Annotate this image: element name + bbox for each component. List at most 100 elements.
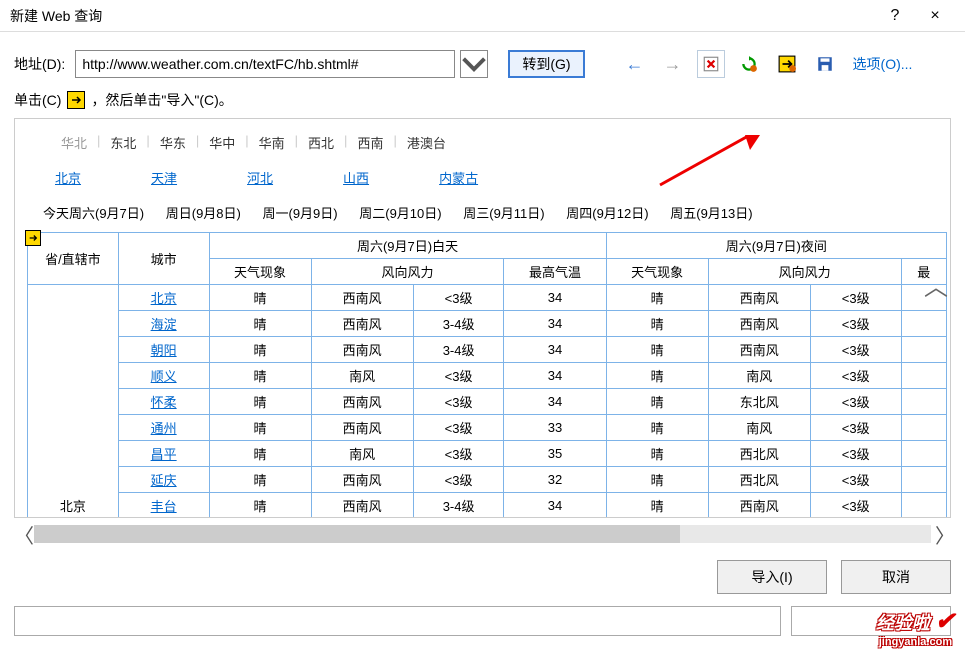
province-link[interactable]: 山西 xyxy=(343,168,369,187)
cell: <3级 xyxy=(810,285,901,311)
cell: <3级 xyxy=(810,467,901,493)
province-link[interactable]: 北京 xyxy=(55,168,81,187)
save-icon[interactable] xyxy=(811,50,839,78)
cell: 35 xyxy=(504,441,606,467)
weather-table: 省/直辖市 城市 周六(9月7日)白天 周六(9月7日)夜间 天气现象 风向风力… xyxy=(27,232,947,517)
city-cell[interactable]: 北京 xyxy=(118,285,209,311)
region-tab[interactable]: 西北 xyxy=(298,129,344,156)
import-button[interactable]: 导入(I) xyxy=(717,560,827,594)
cell: <3级 xyxy=(413,441,504,467)
cell: <3级 xyxy=(413,467,504,493)
go-button[interactable]: 转到(G) xyxy=(508,50,584,78)
cell: 西南风 xyxy=(311,493,413,518)
cell: 34 xyxy=(504,363,606,389)
instr-pre: 单击(C) xyxy=(14,90,61,110)
cell: 晴 xyxy=(209,389,311,415)
region-tab[interactable]: 西南 xyxy=(347,129,393,156)
th: 风向风力 xyxy=(311,259,504,285)
cell: 西南风 xyxy=(311,467,413,493)
cell: 晴 xyxy=(209,311,311,337)
cell: 南风 xyxy=(311,441,413,467)
cell: 晴 xyxy=(606,311,708,337)
day-tab[interactable]: 周三(9月11日) xyxy=(457,204,550,223)
cell: <3级 xyxy=(413,285,504,311)
city-cell[interactable]: 顺义 xyxy=(118,363,209,389)
status-bar xyxy=(14,606,951,636)
address-toolbar: 地址(D): 转到(G) ← → 选项(O)... xyxy=(0,32,965,86)
th-night: 周六(9月7日)夜间 xyxy=(606,233,946,259)
scroll-thumb[interactable] xyxy=(34,525,680,543)
city-cell[interactable]: 怀柔 xyxy=(118,389,209,415)
refresh-icon[interactable] xyxy=(735,50,763,78)
vertical-scrollbar[interactable]: ︿ ﹀ xyxy=(924,267,944,505)
region-tab[interactable]: 华北 xyxy=(51,129,97,156)
region-tab[interactable]: 华东 xyxy=(150,129,196,156)
help-button[interactable]: ? xyxy=(875,7,915,25)
scroll-left-icon[interactable]: 〈 xyxy=(14,520,30,549)
day-tab[interactable]: 周日(9月8日) xyxy=(160,204,247,223)
province-links: 北京 天津 河北 山西 内蒙古 xyxy=(27,156,910,199)
th-city: 城市 xyxy=(118,233,209,285)
forward-button[interactable]: → xyxy=(659,50,687,78)
day-tab[interactable]: 周二(9月10日) xyxy=(353,204,447,223)
options-link[interactable]: 选项(O)... xyxy=(853,54,913,74)
scroll-up-icon[interactable]: ︿ xyxy=(924,267,944,302)
weather-table-wrap: 省/直辖市 城市 周六(9月7日)白天 周六(9月7日)夜间 天气现象 风向风力… xyxy=(27,232,910,517)
city-cell[interactable]: 延庆 xyxy=(118,467,209,493)
region-tab[interactable]: 港澳台 xyxy=(397,129,456,156)
cell: 3-4级 xyxy=(413,493,504,518)
scroll-right-icon[interactable]: 〉 xyxy=(935,520,951,549)
day-tab[interactable]: 周五(9月13日) xyxy=(664,204,758,223)
address-input[interactable] xyxy=(75,50,455,78)
horizontal-scrollbar[interactable]: 〈 〉 xyxy=(14,522,951,546)
address-label: 地址(D): xyxy=(14,54,65,74)
day-tab[interactable]: 周一(9月9日) xyxy=(257,204,344,223)
city-cell[interactable]: 昌平 xyxy=(118,441,209,467)
cancel-button[interactable]: 取消 xyxy=(841,560,951,594)
cell: 3-4级 xyxy=(413,337,504,363)
day-tab[interactable]: 今天周六(9月7日) xyxy=(37,204,150,223)
cell: 西南风 xyxy=(708,337,810,363)
day-tabs: 今天周六(9月7日) 周日(9月8日) 周一(9月9日) 周二(9月10日) 周… xyxy=(27,199,910,232)
cell: 晴 xyxy=(209,441,311,467)
table-row: 延庆晴西南风<3级32晴西北风<3级 xyxy=(28,467,947,493)
stop-icon[interactable] xyxy=(697,50,725,78)
cell: 34 xyxy=(504,311,606,337)
dialog-footer: 导入(I) 取消 xyxy=(0,546,965,602)
close-button[interactable]: × xyxy=(915,7,955,25)
cell: 西南风 xyxy=(311,337,413,363)
cell: 东北风 xyxy=(708,389,810,415)
cell: 西南风 xyxy=(708,493,810,518)
city-cell[interactable]: 通州 xyxy=(118,415,209,441)
cell: 西南风 xyxy=(708,311,810,337)
address-dropdown[interactable] xyxy=(460,50,488,78)
cell: <3级 xyxy=(810,493,901,518)
select-all-icon[interactable] xyxy=(773,50,801,78)
cell: 晴 xyxy=(209,415,311,441)
cell: 34 xyxy=(504,389,606,415)
cell: 西南风 xyxy=(311,389,413,415)
cell: 西南风 xyxy=(311,415,413,441)
city-cell[interactable]: 朝阳 xyxy=(118,337,209,363)
province-link[interactable]: 内蒙古 xyxy=(439,168,478,187)
province-link[interactable]: 天津 xyxy=(151,168,177,187)
table-select-marker[interactable] xyxy=(25,230,41,246)
back-button[interactable]: ← xyxy=(621,50,649,78)
th: 天气现象 xyxy=(209,259,311,285)
region-tabs: 华北| 东北| 华东| 华中| 华南| 西北| 西南| 港澳台 xyxy=(27,119,910,156)
scroll-track[interactable] xyxy=(34,525,931,543)
th: 风向风力 xyxy=(708,259,901,285)
table-row: 北京北京晴西南风<3级34晴西南风<3级 xyxy=(28,285,947,311)
region-tab[interactable]: 东北 xyxy=(100,129,146,156)
day-tab[interactable]: 周四(9月12日) xyxy=(560,204,654,223)
table-row: 通州晴西南风<3级33晴南风<3级 xyxy=(28,415,947,441)
cell: 西北风 xyxy=(708,441,810,467)
cell: 晴 xyxy=(209,467,311,493)
city-cell[interactable]: 海淀 xyxy=(118,311,209,337)
web-content-frame: 华北| 东北| 华东| 华中| 华南| 西北| 西南| 港澳台 北京 天津 河北… xyxy=(14,118,951,518)
cell: 晴 xyxy=(209,363,311,389)
province-link[interactable]: 河北 xyxy=(247,168,273,187)
city-cell[interactable]: 丰台 xyxy=(118,493,209,518)
region-tab[interactable]: 华中 xyxy=(199,129,245,156)
region-tab[interactable]: 华南 xyxy=(249,129,295,156)
